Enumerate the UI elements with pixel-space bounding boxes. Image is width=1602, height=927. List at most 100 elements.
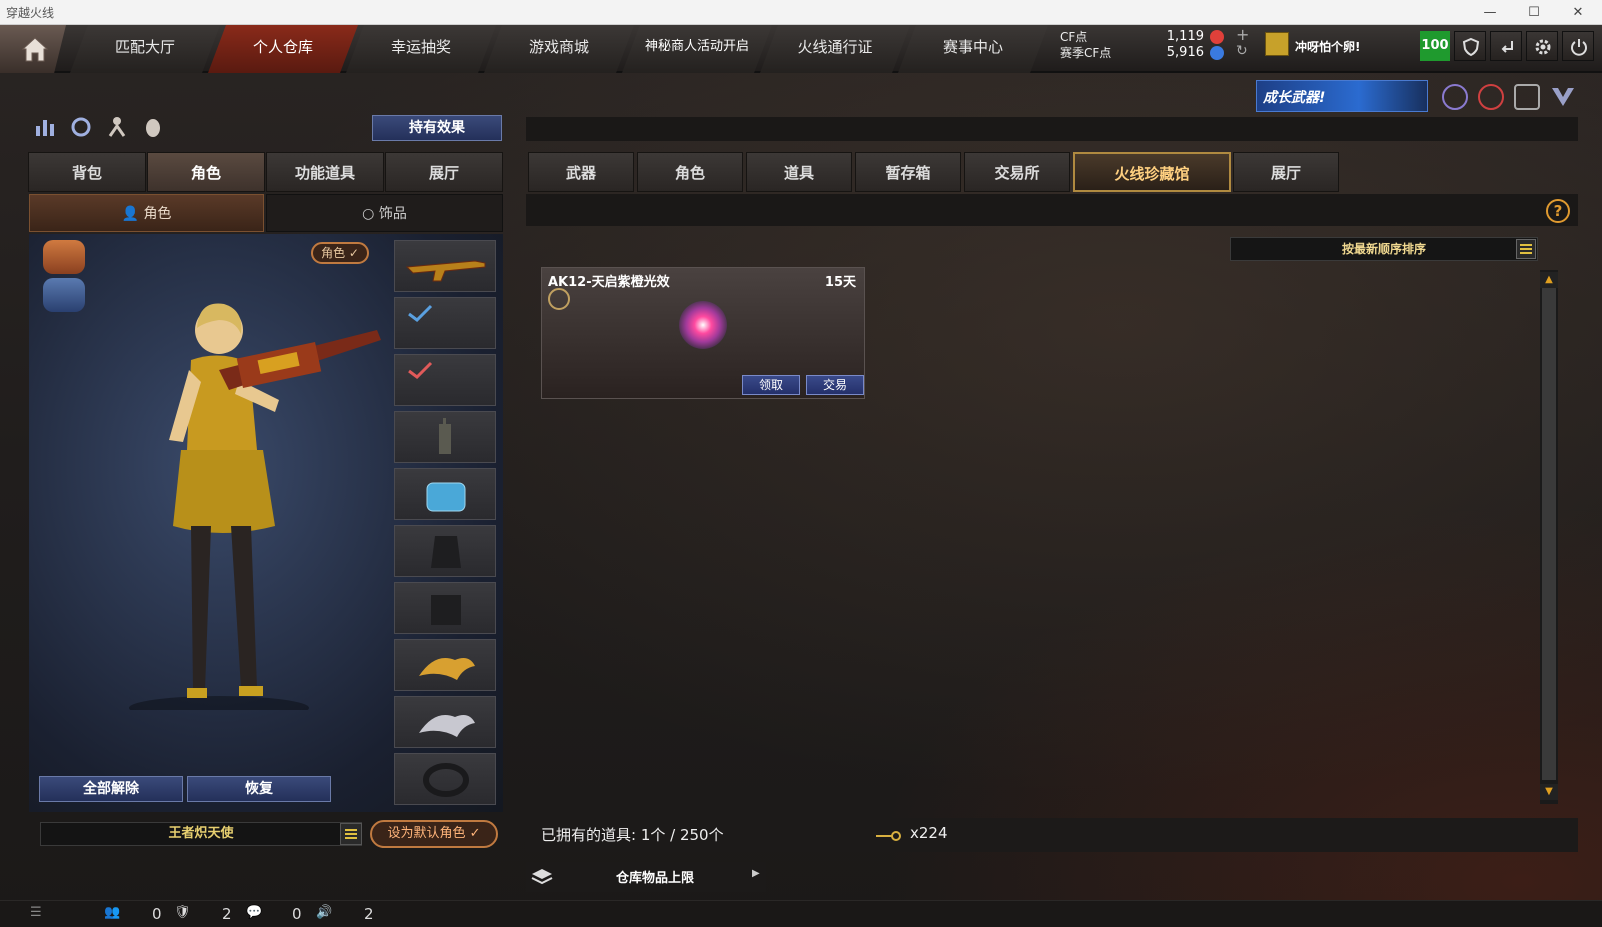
gear-icon	[1535, 39, 1551, 55]
home-icon	[21, 37, 49, 62]
slot-dragon-gold[interactable]	[394, 639, 496, 691]
team-emblem-icon[interactable]	[43, 278, 85, 312]
scroll-thumb[interactable]	[1542, 288, 1556, 780]
window-title-bar: 穿越火线 — ☐ ✕	[0, 0, 1602, 25]
slot-empty-2[interactable]	[394, 354, 496, 406]
character-subtab-icon: 👤	[121, 206, 144, 222]
sort-dropdown[interactable]: 按最新顺序排序	[1230, 237, 1538, 261]
friends-icon[interactable]: 👥	[104, 905, 120, 920]
set-default-character-button[interactable]: 设为默认角色 ✓	[370, 820, 498, 848]
trade-button[interactable]: 交易	[806, 375, 864, 395]
stats-icon[interactable]	[32, 114, 58, 140]
tab-character[interactable]: 角色	[147, 152, 265, 192]
checkmark-icon	[408, 304, 433, 322]
power-icon	[1571, 39, 1587, 56]
slot-vest[interactable]	[394, 525, 496, 577]
tab-personal-warehouse[interactable]: 个人仓库	[208, 25, 358, 73]
chest-icon	[426, 482, 466, 512]
vest-icon	[431, 536, 461, 568]
slot-ring[interactable]	[394, 753, 496, 805]
season-cf-coin-icon	[1210, 46, 1224, 60]
tab-lucky-draw[interactable]: 幸运抽奖	[346, 25, 496, 73]
close-button[interactable]: ✕	[1556, 0, 1600, 25]
banner-text: 成长武器!	[1263, 90, 1326, 106]
pants-icon	[431, 595, 461, 625]
item-card[interactable]: AK12-天启紫橙光效 15天 领取 交易	[541, 267, 865, 399]
pose-icon[interactable]	[104, 114, 130, 140]
restore-button[interactable]: 恢复	[187, 776, 331, 802]
key-count: x224	[910, 824, 948, 842]
wolf-emblem-icon[interactable]	[43, 240, 85, 274]
subtab-accessory[interactable]: ○ 饰品	[266, 194, 503, 232]
shield-button[interactable]	[1454, 31, 1486, 61]
character-name-field[interactable]: 王者炽天使	[40, 822, 362, 846]
maximize-button[interactable]: ☐	[1512, 0, 1556, 25]
slot-primary-weapon[interactable]	[394, 240, 496, 292]
tab-temp-box[interactable]: 暂存箱	[855, 152, 961, 192]
claim-button[interactable]: 领取	[742, 375, 800, 395]
clear-all-button[interactable]: 全部解除	[39, 776, 183, 802]
crosshair-icon[interactable]	[1478, 84, 1504, 110]
status-bar: ☰ 👥 0 🛡 2 💬 0 🔊 2	[0, 900, 1602, 927]
chat-icon[interactable]: 💬	[246, 905, 262, 920]
slot-dragon-silver[interactable]	[394, 696, 496, 748]
subtab-character-label: 角色	[143, 206, 172, 222]
minimize-button[interactable]: —	[1468, 0, 1512, 25]
character-badge[interactable]: 角色 ✓	[311, 242, 369, 264]
tab-game-mall[interactable]: 游戏商城	[484, 25, 634, 73]
slot-radio[interactable]	[394, 411, 496, 463]
season-cf-label: 赛季CF点	[1060, 46, 1112, 60]
tab-event-center[interactable]: 赛事中心	[898, 25, 1048, 73]
tab-showroom[interactable]: 展厅	[385, 152, 503, 192]
silver-dragon-icon	[419, 715, 475, 737]
clan-icon[interactable]: 🛡	[174, 905, 191, 920]
checkmark-icon	[408, 361, 433, 379]
cf-coin-icon	[1210, 30, 1224, 44]
tab-battle-pass[interactable]: 火线通行证	[760, 25, 910, 73]
slot-empty-1[interactable]	[394, 297, 496, 349]
tab-backpack[interactable]: 背包	[28, 152, 146, 192]
medal-icon[interactable]	[1514, 84, 1540, 110]
golden-dragon-icon	[419, 658, 475, 680]
tab-characters[interactable]: 角色	[637, 152, 743, 192]
season-icon[interactable]	[1442, 84, 1468, 110]
slot-chest[interactable]	[394, 468, 496, 520]
v-emblem-icon[interactable]	[1550, 84, 1576, 110]
gesture-icon[interactable]	[140, 114, 166, 140]
power-button[interactable]	[1562, 31, 1594, 61]
help-icon[interactable]: ?	[1546, 199, 1570, 223]
chevron-right-icon: ▶	[752, 868, 760, 879]
player-nickname: 冲呀怕个卵!	[1295, 40, 1361, 54]
tab-right-showroom[interactable]: 展厅	[1233, 152, 1339, 192]
tab-items[interactable]: 道具	[746, 152, 852, 192]
home-button[interactable]	[0, 25, 66, 73]
tab-cf-collection[interactable]: 火线珍藏馆	[1073, 152, 1231, 192]
subtab-character[interactable]: 👤 角色	[29, 194, 264, 232]
ring-icon	[423, 763, 469, 797]
rotate-icon[interactable]	[68, 114, 94, 140]
return-button[interactable]	[1490, 31, 1522, 61]
cf-label: CF点	[1060, 30, 1088, 44]
trade-scale-icon	[548, 288, 570, 310]
add-cf-icon[interactable]: +	[1236, 25, 1249, 44]
friends-count: 0	[152, 905, 162, 923]
scroll-up-arrow[interactable]: ▲	[1540, 272, 1558, 288]
accessory-subtab-icon: ○	[362, 206, 379, 222]
slot-pants[interactable]	[394, 582, 496, 634]
season-cf-value: 5,916	[1166, 45, 1204, 60]
tab-function-items[interactable]: 功能道具	[266, 152, 384, 192]
list-icon[interactable]: ☰	[30, 905, 42, 920]
hold-effect-button[interactable]: 持有效果	[372, 115, 502, 141]
settings-button[interactable]	[1526, 31, 1558, 61]
level-badge: 100	[1420, 31, 1450, 61]
sort-menu-button[interactable]	[1516, 239, 1536, 259]
tab-match-hall[interactable]: 匹配大厅	[70, 25, 220, 73]
refresh-icon[interactable]: ↻	[1236, 43, 1248, 59]
scroll-down-arrow[interactable]: ▼	[1540, 784, 1558, 800]
growth-weapon-banner[interactable]: 成长武器!	[1256, 80, 1428, 112]
speaker-icon[interactable]: 🔊	[316, 905, 332, 920]
tab-exchange[interactable]: 交易所	[964, 152, 1070, 192]
tab-mystery-merchant[interactable]: 神秘商人活动开启	[622, 25, 772, 73]
tab-weapons[interactable]: 武器	[528, 152, 634, 192]
character-list-button[interactable]	[340, 823, 362, 845]
